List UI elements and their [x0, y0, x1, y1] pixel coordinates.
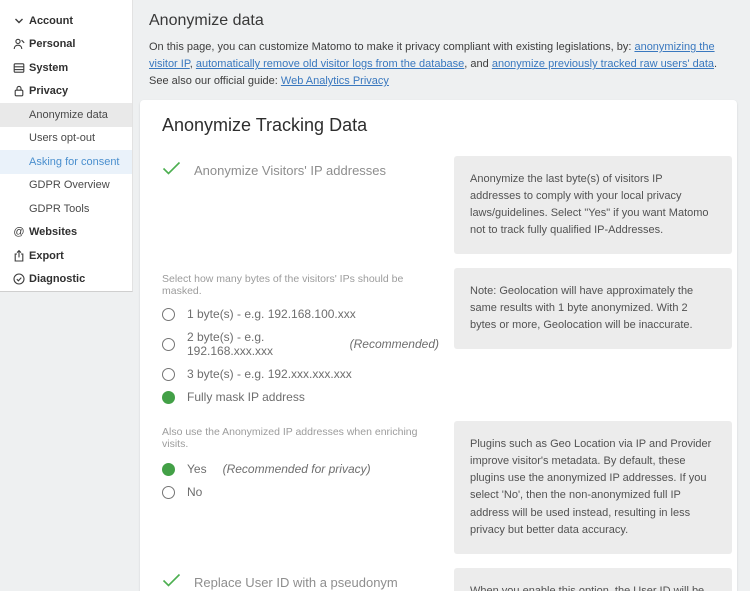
intro-paragraph: On this page, you can customize Matomo t… — [149, 39, 735, 90]
radio-label: Yes — [187, 462, 207, 477]
main-content: Anonymize data On this page, you can cus… — [133, 0, 750, 591]
radio-button-selected[interactable] — [162, 462, 175, 476]
setting-row-enrich-visits: Also use the Anonymized IP addresses whe… — [162, 421, 732, 554]
sidebar-item-label: Personal — [29, 38, 76, 51]
radio-3-bytes[interactable]: 3 byte(s) - e.g. 192.xxx.xxx.xxx — [162, 367, 439, 381]
radio-label-suffix: (Recommended for privacy) — [222, 462, 371, 477]
person-icon — [10, 37, 28, 51]
card-title: Anonymize Tracking Data — [162, 115, 368, 136]
sidebar-item-label: Anonymize data — [29, 108, 108, 121]
help-box-anonymize-ip: Anonymize the last byte(s) of visitors I… — [454, 156, 732, 255]
sidebar-item-label: Asking for consent — [29, 155, 120, 168]
at-sign-icon: @ — [13, 225, 25, 238]
radio-2-bytes[interactable]: 2 byte(s) - e.g. 192.168.xxx.xxx (Recomme… — [162, 330, 439, 358]
sidebar-item-gdpr-overview[interactable]: GDPR Overview — [0, 174, 132, 198]
toggle-pseudonym[interactable]: Replace User ID with a pseudonym — [162, 573, 439, 591]
radio-enrich-yes[interactable]: Yes (Recommended for privacy) — [162, 462, 439, 476]
server-icon — [10, 61, 28, 75]
sidebar-item-label: Export — [29, 249, 64, 262]
help-text: Note: Geolocation will have approximatel… — [470, 285, 694, 332]
sidebar-item-label: Account — [29, 14, 73, 27]
sidebar-item-asking-for-consent[interactable]: Asking for consent — [0, 150, 132, 174]
setting-row-pseudonym: Replace User ID with a pseudonym When yo… — [162, 567, 732, 591]
sidebar-item-label: GDPR Overview — [29, 179, 110, 192]
setting-row-anonymize-ip: Anonymize Visitors' IP addresses Anonymi… — [162, 156, 732, 255]
check-icon — [162, 573, 181, 591]
settings-sidebar: Account Personal System Privacy Anonymiz… — [0, 0, 133, 292]
radio-label: 2 byte(s) - e.g. 192.168.xxx.xxx — [187, 330, 274, 359]
anonymize-tracking-data-card: Anonymize Tracking Data Anonymize Visito… — [140, 100, 737, 591]
radio-button[interactable] — [162, 367, 175, 381]
sidebar-item-account[interactable]: Account — [0, 9, 132, 33]
radio-fully-mask[interactable]: Fully mask IP address — [162, 390, 439, 404]
radio-label-suffix: (Recommended) — [349, 337, 439, 352]
chevron-down-icon — [10, 14, 28, 28]
circle-check-icon — [10, 272, 28, 286]
sidebar-item-gdpr-tools[interactable]: GDPR Tools — [0, 197, 132, 221]
help-box-plugins: Plugins such as Geo Location via IP and … — [454, 421, 732, 554]
sidebar-item-users-opt-out[interactable]: Users opt-out — [0, 127, 132, 151]
radio-enrich-no[interactable]: No — [162, 485, 439, 499]
link-anonymize-raw-data[interactable]: anonymize previously tracked raw users' … — [492, 58, 714, 70]
sidebar-item-export[interactable]: Export — [0, 244, 132, 268]
intro-text: , and — [464, 58, 492, 71]
export-arrow-icon — [10, 249, 28, 263]
sidebar-item-label: Users opt-out — [29, 132, 96, 145]
sidebar-item-label: Diagnostic — [29, 273, 86, 286]
sidebar-item-privacy[interactable]: Privacy — [0, 80, 132, 104]
toggle-label: Replace User ID with a pseudonym — [194, 574, 398, 590]
help-box-geolocation: Note: Geolocation will have approximatel… — [454, 268, 732, 350]
help-text: Plugins such as Geo Location via IP and … — [470, 438, 712, 536]
radio-label: 3 byte(s) - e.g. 192.xxx.xxx.xxx — [187, 367, 352, 382]
sidebar-item-label: System — [29, 61, 69, 74]
help-text: Anonymize the last byte(s) of visitors I… — [470, 173, 709, 237]
link-remove-old-logs[interactable]: automatically remove old visitor logs fr… — [196, 58, 464, 70]
setting-row-bytes-masked: Select how many bytes of the visitors' I… — [162, 268, 732, 413]
sidebar-item-websites[interactable]: @ Websites — [0, 221, 132, 245]
radio-group-label: Also use the Anonymized IP addresses whe… — [162, 426, 418, 451]
radio-label: No — [187, 485, 203, 500]
sidebar-item-system[interactable]: System — [0, 56, 132, 80]
link-web-analytics-privacy[interactable]: Web Analytics Privacy — [281, 75, 389, 87]
help-text: When you enable this option, the User ID… — [470, 584, 705, 591]
radio-button[interactable] — [162, 337, 175, 351]
sidebar-item-anonymize-data[interactable]: Anonymize data — [0, 103, 132, 127]
sidebar-item-diagnostic[interactable]: Diagnostic — [0, 268, 132, 292]
sidebar-item-label: Privacy — [29, 85, 69, 98]
radio-1-byte[interactable]: 1 byte(s) - e.g. 192.168.100.xxx — [162, 307, 439, 321]
toggle-label: Anonymize Visitors' IP addresses — [194, 163, 387, 179]
intro-text: On this page, you can customize Matomo t… — [149, 41, 635, 53]
radio-button-selected[interactable] — [162, 390, 175, 404]
sidebar-item-label: Websites — [29, 226, 78, 239]
radio-button[interactable] — [162, 307, 175, 321]
radio-label: 1 byte(s) - e.g. 192.168.100.xxx — [187, 307, 356, 322]
sidebar-item-personal[interactable]: Personal — [0, 33, 132, 57]
page-title: Anonymize data — [149, 12, 264, 29]
radio-button[interactable] — [162, 485, 175, 499]
check-icon — [162, 161, 181, 180]
lock-icon — [10, 84, 28, 98]
radio-label: Fully mask IP address — [187, 390, 305, 405]
toggle-anonymize-ip[interactable]: Anonymize Visitors' IP addresses — [162, 161, 439, 180]
help-box-pseudonym: When you enable this option, the User ID… — [454, 567, 732, 591]
sidebar-item-label: GDPR Tools — [29, 202, 90, 215]
radio-group-label: Select how many bytes of the visitors' I… — [162, 273, 404, 298]
